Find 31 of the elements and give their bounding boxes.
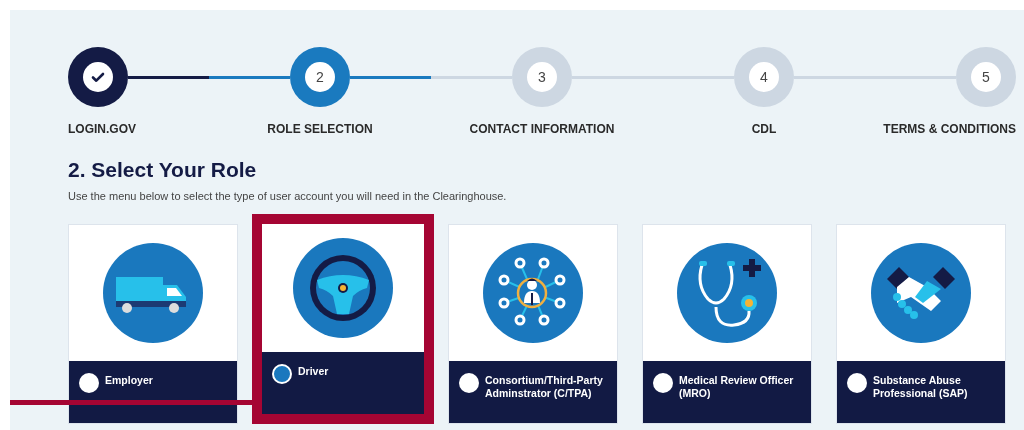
role-label: Substance Abuse Professional (SAP) (873, 373, 969, 400)
step-number: 4 (760, 69, 768, 85)
section-heading: 2. Select Your Role (68, 158, 258, 182)
role-label: Driver (298, 364, 329, 378)
step-number: 2 (316, 69, 324, 85)
role-card[interactable]: Medical Review Officer (MRO) (642, 224, 812, 424)
step-number: 3 (538, 69, 546, 85)
step-label: ROLE SELECTION (266, 122, 374, 136)
step-label: LOGIN.GOV (68, 122, 137, 136)
role-card[interactable]: Consortium/Third-Party Adminstrator (C/TPA) (448, 224, 618, 424)
role-card[interactable]: Driver (262, 224, 424, 414)
role-label: Employer (105, 373, 153, 387)
radio-button[interactable] (79, 373, 99, 393)
handshake-icon (871, 243, 971, 343)
step-number: 5 (982, 69, 990, 85)
radio-button[interactable] (272, 364, 292, 384)
truck-icon (103, 243, 203, 343)
instructions-text: Use the menu below to select the type of user account you will need in the Clearinghouse. (68, 190, 508, 202)
radio-button[interactable] (459, 373, 479, 393)
radio-button[interactable] (653, 373, 673, 393)
step-label: CONTACT INFORMATION (468, 122, 616, 136)
role-card[interactable]: Substance Abuse Professional (SAP) (836, 224, 1006, 424)
steering-wheel-icon (293, 238, 393, 338)
role-label: Consortium/Third-Party Adminstrator (C/TPA) (485, 373, 604, 400)
role-label: Medical Review Officer (MRO) (679, 373, 795, 400)
role-card[interactable]: Employer (68, 224, 238, 424)
step-label: TERMS & CONDITIONS (882, 122, 1016, 136)
network-person-icon (483, 243, 583, 343)
step-label: CDL (750, 122, 778, 136)
radio-button[interactable] (847, 373, 867, 393)
stethoscope-icon (677, 243, 777, 343)
